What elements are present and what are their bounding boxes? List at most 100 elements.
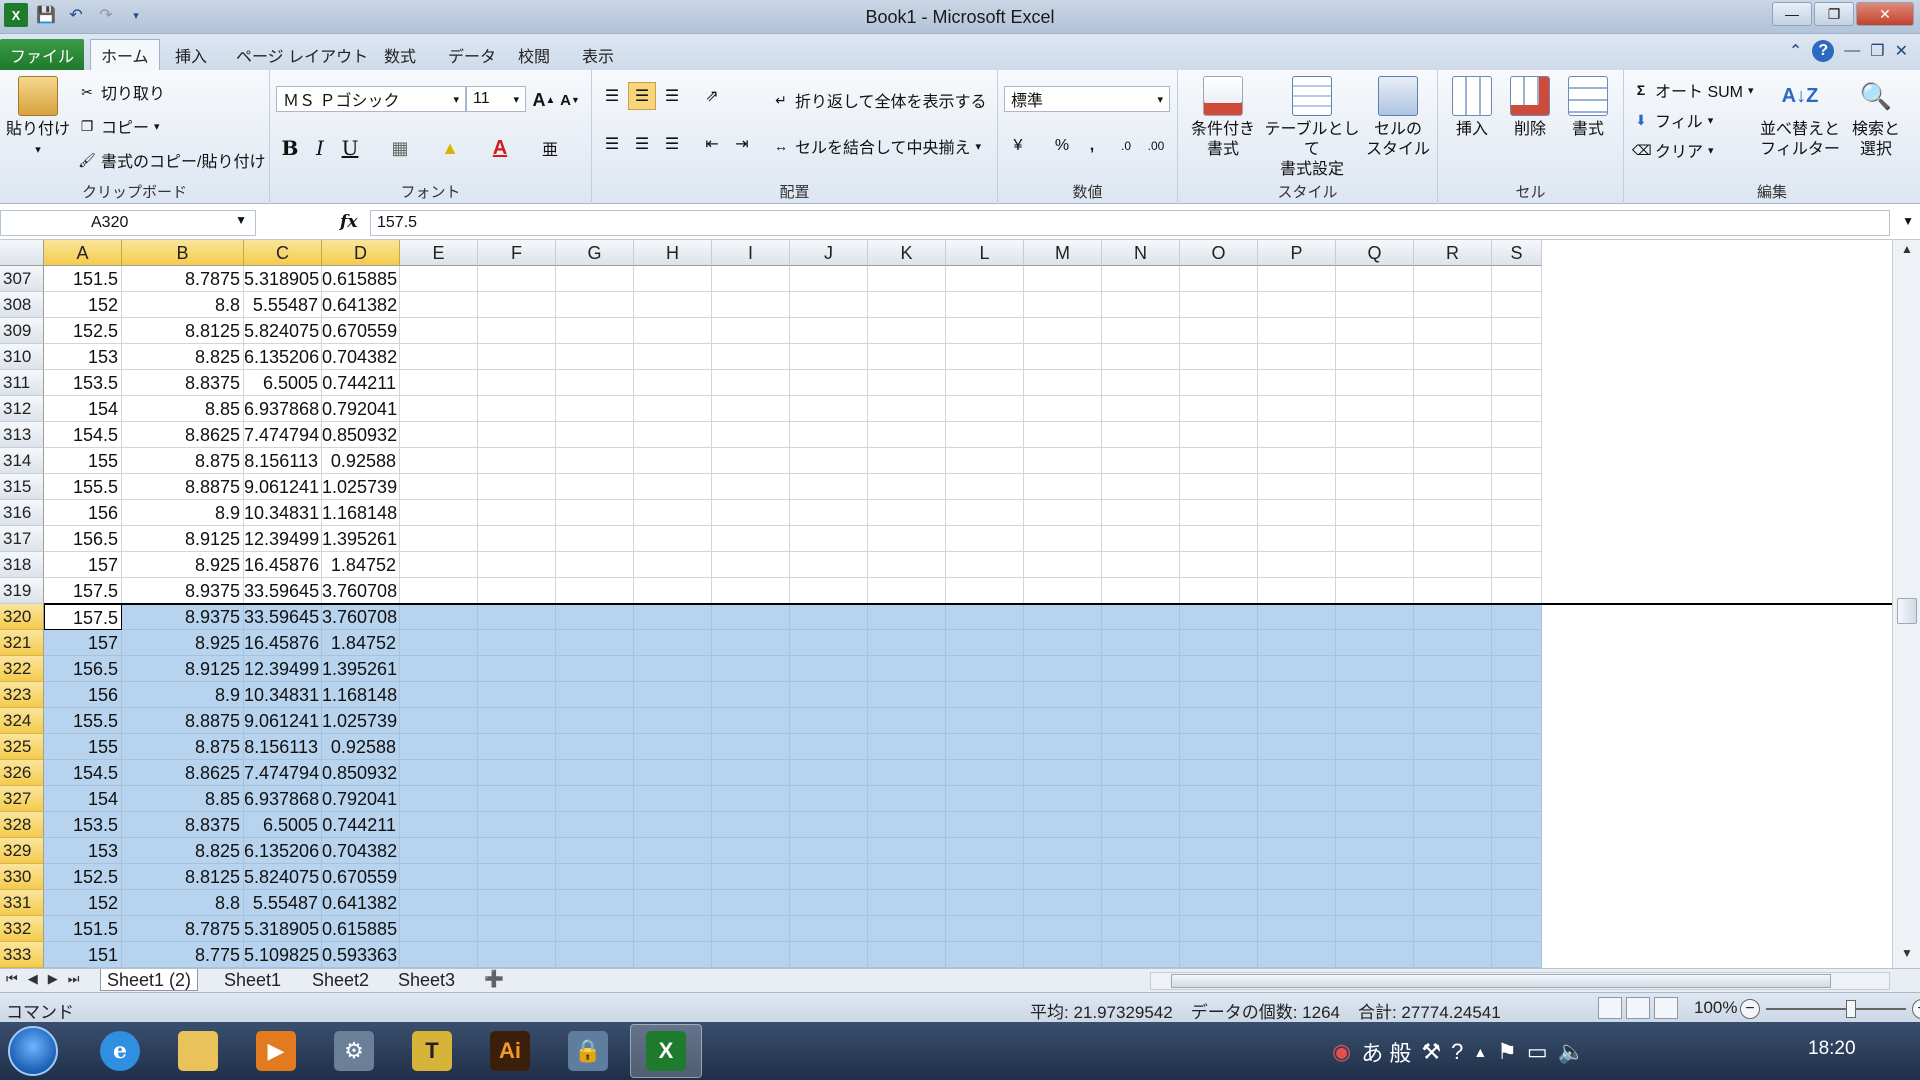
cell[interactable] [1492, 656, 1542, 682]
cell[interactable] [946, 500, 1024, 526]
cell[interactable] [1024, 734, 1102, 760]
cell[interactable] [1024, 760, 1102, 786]
cell[interactable] [1180, 552, 1258, 578]
cell[interactable] [1336, 318, 1414, 344]
cell[interactable]: 155 [44, 734, 122, 760]
cell[interactable]: 0.704382 [322, 344, 400, 370]
autosum-button[interactable]: Σ オート SUM ▾ [1632, 78, 1754, 102]
cell[interactable] [1258, 734, 1336, 760]
cell[interactable] [1102, 812, 1180, 838]
cell[interactable] [946, 578, 1024, 604]
cell[interactable]: 6.135206 [244, 838, 322, 864]
cell[interactable] [1180, 370, 1258, 396]
row-header[interactable]: 311 [0, 370, 44, 396]
cell[interactable] [478, 266, 556, 292]
row-header[interactable]: 308 [0, 292, 44, 318]
italic-button[interactable]: I [306, 134, 334, 162]
cell[interactable] [1492, 344, 1542, 370]
cell[interactable]: 0.850932 [322, 760, 400, 786]
cell[interactable] [1024, 656, 1102, 682]
cell[interactable]: 1.84752 [322, 552, 400, 578]
cell[interactable] [946, 838, 1024, 864]
cell[interactable] [1492, 396, 1542, 422]
cell[interactable] [1414, 630, 1492, 656]
cell[interactable] [1102, 838, 1180, 864]
cell[interactable] [790, 812, 868, 838]
cell[interactable] [478, 916, 556, 942]
cell[interactable] [1258, 786, 1336, 812]
cell[interactable] [1414, 396, 1492, 422]
cell[interactable] [1180, 916, 1258, 942]
cell[interactable] [1336, 890, 1414, 916]
cell[interactable] [946, 734, 1024, 760]
volume-icon[interactable]: 🔈 [1558, 1039, 1585, 1065]
cell[interactable] [712, 942, 790, 968]
cell[interactable] [1336, 370, 1414, 396]
cell[interactable] [1258, 292, 1336, 318]
cell[interactable] [1180, 396, 1258, 422]
cell[interactable] [1414, 864, 1492, 890]
cell[interactable] [1102, 604, 1180, 630]
cell[interactable] [1180, 708, 1258, 734]
cell[interactable]: 7.474794 [244, 760, 322, 786]
cell[interactable] [1258, 318, 1336, 344]
display-icon[interactable]: ▭ [1527, 1039, 1548, 1065]
cell[interactable]: 156 [44, 500, 122, 526]
cell[interactable] [1258, 682, 1336, 708]
cell[interactable] [946, 890, 1024, 916]
cell[interactable]: 6.937868 [244, 396, 322, 422]
cell[interactable] [712, 344, 790, 370]
cell[interactable] [1258, 604, 1336, 630]
insert-cells-button[interactable]: 挿入 [1444, 76, 1500, 140]
cell[interactable]: 152.5 [44, 318, 122, 344]
cell[interactable] [868, 422, 946, 448]
minimize-ribbon-icon[interactable]: ⌃ [1789, 41, 1802, 61]
cell[interactable]: 0.615885 [322, 266, 400, 292]
zoom-in-icon[interactable]: + [1912, 999, 1920, 1019]
zoom-track[interactable] [1766, 1000, 1906, 1018]
cell[interactable] [1258, 344, 1336, 370]
copy-button[interactable]: ❐ コピー ▾ [78, 114, 160, 138]
cell[interactable]: 5.109825 [244, 942, 322, 968]
find-select-button[interactable]: 🔍 検索と 選択 [1844, 76, 1908, 160]
cell[interactable] [556, 708, 634, 734]
cell[interactable] [712, 916, 790, 942]
cell[interactable] [790, 318, 868, 344]
cell[interactable] [1258, 370, 1336, 396]
cell[interactable] [790, 734, 868, 760]
cell[interactable] [1024, 786, 1102, 812]
cell[interactable] [478, 812, 556, 838]
number-format-combo[interactable]: 標準 ▾ [1004, 86, 1170, 112]
cell[interactable]: 6.937868 [244, 786, 322, 812]
cell[interactable] [946, 370, 1024, 396]
cell[interactable] [556, 760, 634, 786]
cell[interactable]: 0.92588 [322, 448, 400, 474]
row-header[interactable]: 313 [0, 422, 44, 448]
row-header[interactable]: 328 [0, 812, 44, 838]
cell[interactable] [400, 604, 478, 630]
percent-icon[interactable]: % [1048, 132, 1076, 160]
cell[interactable] [868, 890, 946, 916]
cell[interactable] [868, 526, 946, 552]
sheet-tab-sheet1[interactable]: Sheet1 [218, 969, 287, 991]
row-header[interactable]: 314 [0, 448, 44, 474]
vertical-scrollbar[interactable]: ▲ ▼ [1892, 240, 1920, 968]
cell[interactable]: 8.85 [122, 396, 244, 422]
sheet-tab-sheet3[interactable]: Sheet3 [392, 969, 461, 991]
cell[interactable] [556, 500, 634, 526]
cell[interactable] [1414, 942, 1492, 968]
cell[interactable] [790, 890, 868, 916]
cell[interactable] [1414, 474, 1492, 500]
cell[interactable]: 8.875 [122, 448, 244, 474]
maximize-button[interactable]: ❐ [1814, 2, 1854, 26]
cell[interactable] [1024, 942, 1102, 968]
row-header[interactable]: 312 [0, 396, 44, 422]
cell[interactable] [1102, 578, 1180, 604]
cell[interactable] [634, 838, 712, 864]
cell[interactable]: 8.775 [122, 942, 244, 968]
horizontal-scrollbar[interactable] [1150, 972, 1890, 990]
clear-button[interactable]: ⌫ クリア ▾ [1632, 138, 1714, 162]
row-header[interactable]: 321 [0, 630, 44, 656]
cell[interactable] [712, 786, 790, 812]
cell[interactable]: 10.34831 [244, 682, 322, 708]
